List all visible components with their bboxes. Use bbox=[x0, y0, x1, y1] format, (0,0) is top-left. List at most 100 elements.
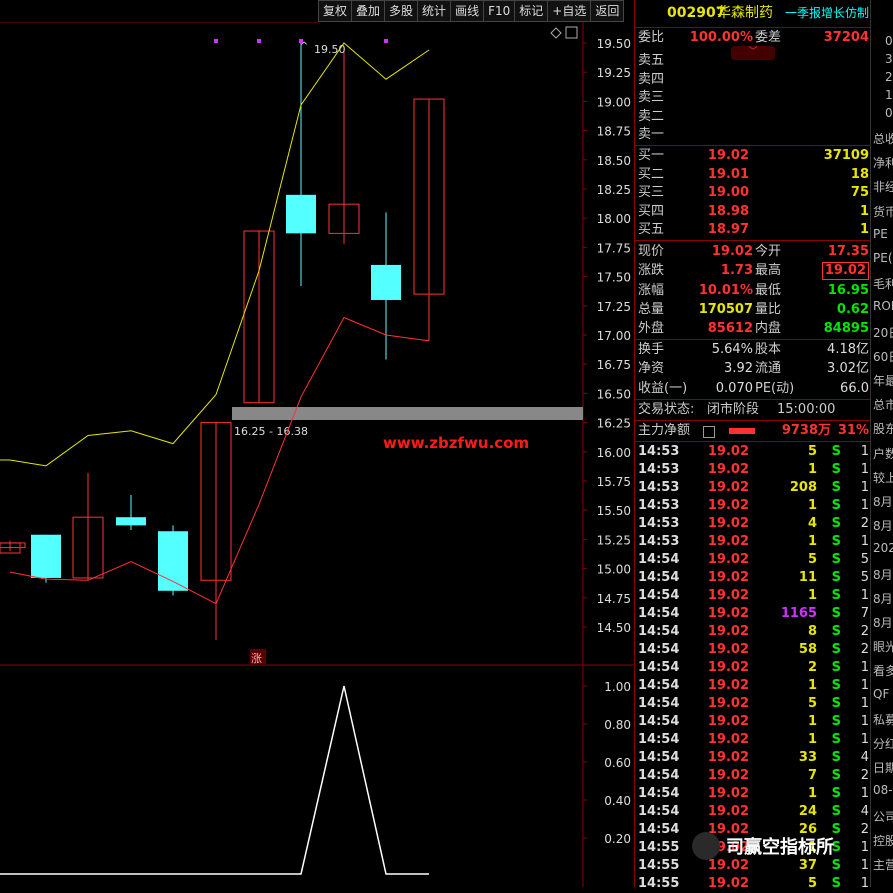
buy-label: 买一 bbox=[638, 148, 665, 163]
tick-volume: 1 bbox=[807, 678, 817, 693]
sidebar-item: 看多 bbox=[873, 664, 893, 679]
candle-body-down bbox=[371, 264, 401, 300]
tick-side: S bbox=[831, 516, 841, 531]
tick-price: 19.02 bbox=[707, 786, 749, 801]
sidebar-item: 60日 bbox=[873, 349, 893, 364]
main-net-pct: 31% bbox=[837, 423, 869, 438]
buy-row: 买一 19.02 37109 bbox=[635, 147, 871, 165]
toolbar-button-1[interactable]: 叠加 bbox=[351, 0, 385, 22]
candle-body-up bbox=[0, 542, 26, 549]
tick-side: S bbox=[831, 714, 841, 729]
gap-label: 16.25 - 16.38 bbox=[234, 425, 308, 438]
sell-row: 卖五 bbox=[635, 52, 871, 70]
tick-time: 14:54 bbox=[638, 804, 680, 819]
stock-tag[interactable]: 一季报增长仿制 bbox=[785, 4, 869, 22]
sidebar-item: 总收 bbox=[873, 132, 893, 146]
tick-price: 19.02 bbox=[707, 480, 749, 495]
tick-count: 7 bbox=[860, 606, 869, 621]
sell-row: 卖四 bbox=[635, 71, 871, 89]
sell-label: 卖四 bbox=[638, 71, 665, 87]
tick-time: 14:54 bbox=[638, 606, 680, 621]
price-tick-label: 16.00 bbox=[597, 446, 631, 460]
sidebar-item: 20日 bbox=[873, 325, 893, 340]
info-sidebar[interactable]: 0 3 2 1 0 总收净利非经货币 PE PE(毛利 ROE 20日 60日年最总市股东户数较上 8… bbox=[870, 0, 893, 887]
tick-count: 1 bbox=[860, 660, 869, 675]
toolbar-button-2[interactable]: 多股 bbox=[384, 0, 418, 22]
tick-price: 19.02 bbox=[707, 768, 749, 783]
tick-time: 14:53 bbox=[638, 480, 680, 495]
tick-time: 14:54 bbox=[638, 732, 680, 747]
tick-price: 19.02 bbox=[707, 696, 749, 711]
fund-row: 净资 3.92 流通 3.02亿 bbox=[635, 360, 871, 378]
tick-volume: 4 bbox=[807, 516, 817, 531]
fund-label: 收益(一) bbox=[638, 380, 688, 396]
tick-side: S bbox=[831, 696, 841, 711]
quote-label: 量比 bbox=[755, 301, 782, 317]
tick-volume: 1 bbox=[807, 534, 817, 549]
tick-time: 14:54 bbox=[638, 768, 680, 783]
quote-label: 最高 bbox=[755, 263, 782, 279]
detail-icon[interactable] bbox=[703, 426, 715, 438]
price-tick-label: 19.50 bbox=[597, 37, 631, 51]
tick-time: 14:55 bbox=[638, 858, 680, 873]
tick-volume: 1 bbox=[807, 732, 817, 747]
ind-tick-label: 0.80 bbox=[604, 718, 631, 732]
price-tick-label: 17.75 bbox=[597, 241, 631, 255]
toolbar-button-3[interactable]: 统计 bbox=[417, 0, 451, 22]
ind-tick-label: 0.60 bbox=[604, 756, 631, 770]
tick-side: S bbox=[831, 804, 841, 819]
toolbar-button-0[interactable]: 复权 bbox=[318, 0, 352, 22]
tick-count: 1 bbox=[860, 534, 869, 549]
tick-time: 14:54 bbox=[638, 714, 680, 729]
tick-count: 1 bbox=[860, 696, 869, 711]
toolbar-button-8[interactable]: 返回 bbox=[590, 0, 625, 22]
price-tick-label: 18.50 bbox=[597, 154, 631, 168]
candle-body-down bbox=[116, 517, 146, 526]
quote-label: 最低 bbox=[755, 282, 782, 298]
tick-price: 19.02 bbox=[707, 516, 749, 531]
tick-count: 1 bbox=[860, 444, 869, 459]
tick-volume: 2 bbox=[807, 660, 817, 675]
buy-row: 买四 18.98 1 bbox=[635, 203, 871, 221]
tick-volume: 58 bbox=[798, 642, 817, 657]
sidebar-item: 202 bbox=[873, 541, 893, 556]
sidebar-item: PE bbox=[873, 226, 888, 241]
tick-volume: 1 bbox=[807, 786, 817, 801]
weicha-value: 37204 bbox=[823, 30, 869, 45]
price-tick-label: 18.25 bbox=[597, 183, 631, 197]
tick-side: S bbox=[831, 534, 841, 549]
tick-side: S bbox=[831, 624, 841, 639]
toolbar-button-6[interactable]: 标记 bbox=[514, 0, 548, 22]
tick-count: 5 bbox=[860, 552, 869, 567]
toolbar-button-4[interactable]: 画线 bbox=[450, 0, 484, 22]
tick-time: 14:55 bbox=[638, 840, 680, 855]
brand-name: 司赢空指标所 bbox=[726, 836, 834, 858]
fund-label: 净资 bbox=[638, 361, 665, 377]
price-tick-label: 19.00 bbox=[597, 95, 631, 109]
buy-price: 18.98 bbox=[707, 203, 749, 219]
stock-header: 002907 华森制药 一季报增长仿制 bbox=[635, 4, 871, 24]
buy-label: 买三 bbox=[638, 185, 665, 200]
tick-count: 2 bbox=[860, 624, 869, 639]
price-tick-label: 16.75 bbox=[597, 358, 631, 372]
ind-tick-label: 0.20 bbox=[604, 832, 631, 846]
toolbar-button-5[interactable]: F10 bbox=[483, 0, 515, 22]
tick-time: 14:54 bbox=[638, 588, 680, 603]
buy-price: 19.01 bbox=[707, 166, 749, 182]
kline-chart[interactable]: 19.50 19.25 19.00 18.75 18.50 18.25 18.00 17.75… bbox=[0, 22, 634, 887]
diamond-icon bbox=[550, 27, 562, 39]
price-tick-label: 14.75 bbox=[597, 592, 631, 606]
tick-side: S bbox=[831, 660, 841, 675]
candle-body-down bbox=[31, 534, 61, 578]
price-tick-label: 17.00 bbox=[597, 329, 631, 343]
quote-label: 涨跌 bbox=[638, 263, 665, 279]
sell-label: 卖三 bbox=[638, 90, 665, 105]
tick-row: 14:54 19.02 11 S 5 bbox=[635, 569, 871, 587]
brand-logo-icon bbox=[692, 832, 720, 860]
tick-time: 14:54 bbox=[638, 750, 680, 765]
tick-count: 1 bbox=[860, 588, 869, 603]
hi-label: 19.50 bbox=[314, 43, 346, 56]
fund-value: 5.64% bbox=[711, 342, 753, 357]
tick-count: 2 bbox=[860, 642, 869, 657]
toolbar-button-7[interactable]: +自选 bbox=[547, 0, 591, 22]
